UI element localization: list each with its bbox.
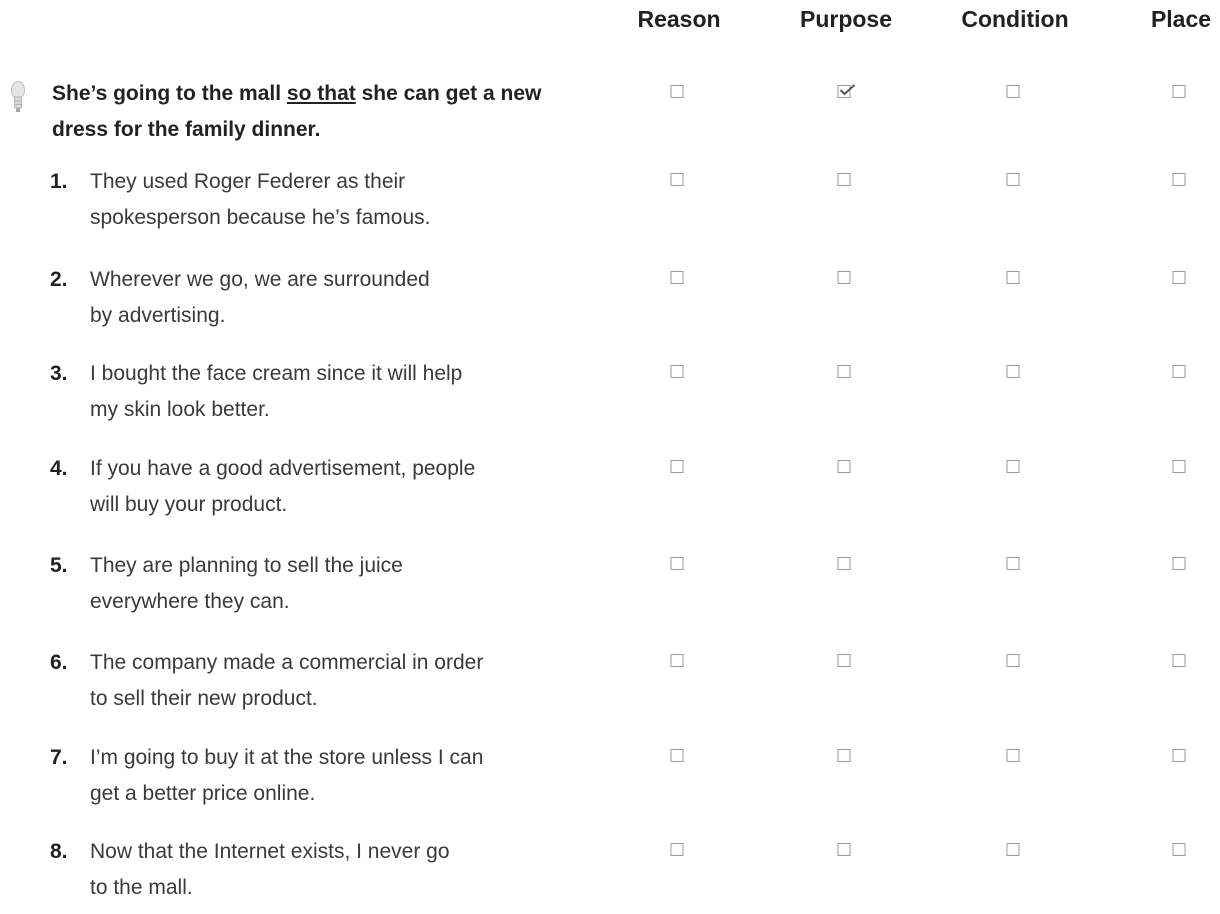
checkbox-condition[interactable] (1006, 271, 1020, 284)
item-line-2: everywhere they can. (90, 590, 290, 613)
item-row-8: 8. Now that the Internet exists, I never… (0, 834, 1220, 914)
item-line-1: They are planning to sell the juice (90, 554, 403, 577)
item-row-7: 7. I’m going to buy it at the store unle… (0, 740, 1220, 820)
item-line-2: to the mall. (90, 876, 193, 899)
item-sentence: I bought the face cream since it will he… (90, 356, 580, 428)
item-line-2: will buy your product. (90, 493, 288, 516)
item-sentence: They used Roger Federer as their spokespe… (90, 164, 580, 236)
item-line-1: I’m going to buy it at the store unless … (90, 746, 484, 769)
example-underlined-connector: so that (286, 82, 356, 105)
checkbox-place[interactable] (1172, 654, 1186, 667)
checkbox-purpose[interactable] (837, 365, 851, 378)
item-line-1: They used Roger Federer as their (90, 170, 406, 193)
checkbox-place[interactable] (1172, 365, 1186, 378)
checkmark-icon (839, 84, 856, 96)
example-checkbox-condition (1006, 85, 1020, 98)
checkbox-place[interactable] (1172, 557, 1186, 570)
column-header-condition: Condition (961, 6, 1069, 32)
checkbox-reason[interactable] (670, 460, 684, 473)
item-line-1: Now that the Internet exists, I never go (90, 840, 450, 863)
item-line-2: get a better price online. (90, 782, 316, 805)
checkbox-purpose[interactable] (837, 460, 851, 473)
example-text-before: She’s going to the mall (52, 82, 287, 105)
item-sentence: Wherever we go, we are surrounded by adve… (90, 262, 580, 334)
item-sentence: Now that the Internet exists, I never go… (90, 834, 580, 906)
example-checkbox-place (1172, 85, 1186, 98)
item-sentence: They are planning to sell the juice every… (90, 548, 580, 620)
item-line-1: If you have a good advertisement, people (90, 457, 476, 480)
checkbox-purpose[interactable] (837, 557, 851, 570)
item-line-1: Wherever we go, we are surrounded (90, 268, 430, 291)
checkbox-condition[interactable] (1006, 173, 1020, 186)
item-row-2: 2. Wherever we go, we are surrounded by a… (0, 262, 1220, 342)
item-line-1: I bought the face cream since it will he… (90, 362, 463, 385)
checkbox-reason[interactable] (670, 365, 684, 378)
checkbox-condition[interactable] (1006, 365, 1020, 378)
checkbox-purpose[interactable] (837, 843, 851, 856)
item-number: 4. (50, 457, 68, 480)
checkbox-purpose[interactable] (837, 654, 851, 667)
example-row: She’s going to the mall so that she can … (0, 76, 1220, 156)
checkbox-purpose[interactable] (837, 173, 851, 186)
item-line-2: spokesperson because he’s famous. (90, 206, 431, 229)
checkbox-place[interactable] (1172, 843, 1186, 856)
checkbox-place[interactable] (1172, 749, 1186, 762)
checkbox-condition[interactable] (1006, 749, 1020, 762)
column-header-purpose: Purpose (799, 6, 893, 32)
item-line-2: to sell their new product. (90, 687, 318, 710)
checkbox-reason[interactable] (670, 271, 684, 284)
item-number: 2. (50, 268, 68, 291)
item-number: 6. (50, 651, 68, 674)
column-header-place: Place (1150, 6, 1212, 32)
item-line-1: The company made a commercial in order (90, 651, 484, 674)
item-line-2: by advertising. (90, 304, 226, 327)
checkbox-condition[interactable] (1006, 843, 1020, 856)
item-row-6: 6. The company made a commercial in orde… (0, 645, 1220, 725)
item-line-2: my skin look better. (90, 398, 270, 421)
checkbox-condition[interactable] (1006, 557, 1020, 570)
checkbox-place[interactable] (1172, 271, 1186, 284)
item-number: 7. (50, 746, 68, 769)
item-row-1: 1. They used Roger Federer as their spoke… (0, 164, 1220, 244)
checkbox-purpose[interactable] (837, 271, 851, 284)
checkbox-reason[interactable] (670, 843, 684, 856)
item-number: 8. (50, 840, 68, 863)
checkbox-place[interactable] (1172, 173, 1186, 186)
item-sentence: I’m going to buy it at the store unless … (90, 740, 580, 812)
example-checkbox-reason (670, 85, 684, 98)
checkbox-condition[interactable] (1006, 654, 1020, 667)
checkbox-reason[interactable] (670, 557, 684, 570)
item-number: 3. (50, 362, 68, 385)
example-checkbox-purpose (837, 84, 856, 98)
item-row-5: 5. They are planning to sell the juice ev… (0, 548, 1220, 628)
checkbox-reason[interactable] (670, 749, 684, 762)
checkbox-reason[interactable] (670, 173, 684, 186)
example-sentence: She’s going to the mall so that she can … (52, 76, 582, 148)
item-sentence: If you have a good advertisement, people… (90, 451, 580, 523)
checkbox-condition[interactable] (1006, 460, 1020, 473)
checkbox-purpose[interactable] (837, 749, 851, 762)
item-sentence: The company made a commercial in order to… (90, 645, 580, 717)
item-number: 5. (50, 554, 68, 577)
column-header-reason: Reason (637, 6, 721, 32)
item-row-4: 4. If you have a good advertisement, peo… (0, 451, 1220, 531)
lightbulb-icon (11, 81, 25, 112)
item-row-3: 3. I bought the face cream since it will… (0, 356, 1220, 436)
checkbox-reason[interactable] (670, 654, 684, 667)
checkbox-place[interactable] (1172, 460, 1186, 473)
item-number: 1. (50, 170, 68, 193)
